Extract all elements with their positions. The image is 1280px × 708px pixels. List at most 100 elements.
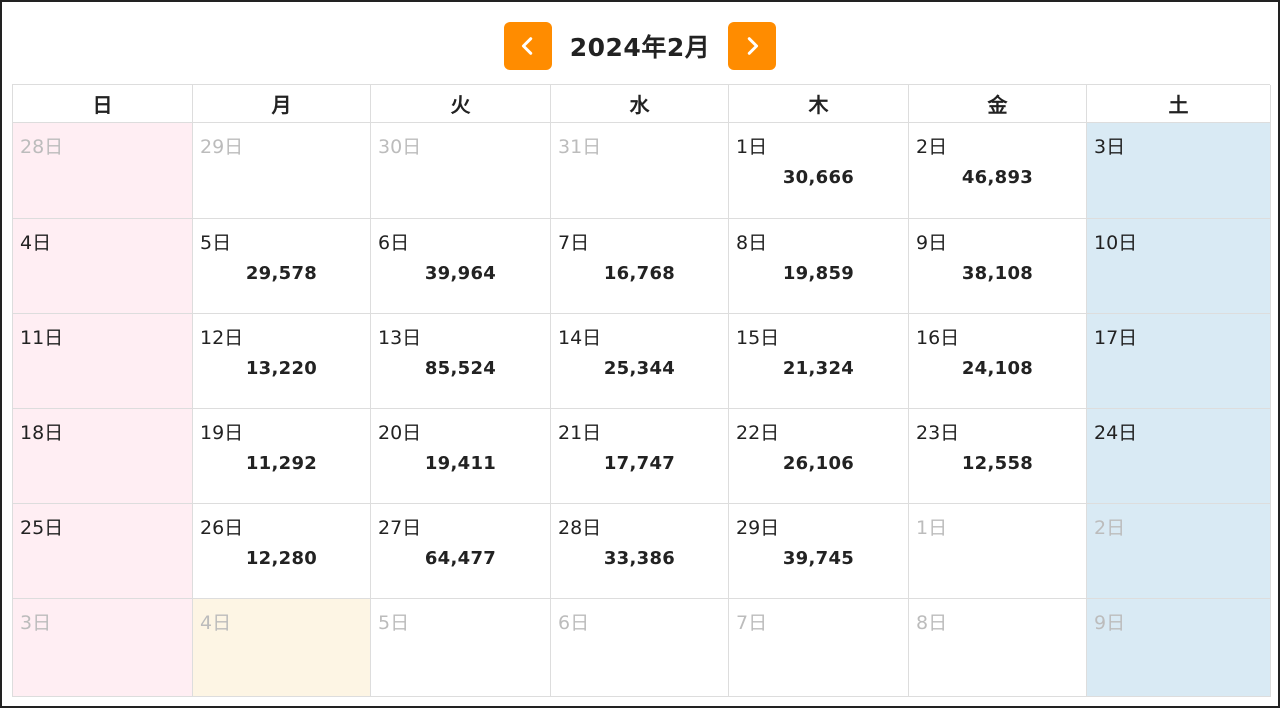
calendar-day-cell[interactable]: 1日 30,666 bbox=[729, 123, 909, 219]
day-number: 3日 bbox=[1094, 136, 1126, 158]
day-count: 17,747 bbox=[603, 453, 676, 474]
weekday-header: 火 bbox=[371, 85, 551, 123]
calendar-day-cell[interactable]: 4日 bbox=[193, 599, 371, 697]
day-count: 25,344 bbox=[603, 358, 676, 379]
prev-month-button[interactable] bbox=[503, 22, 552, 70]
day-count: 29,578 bbox=[245, 263, 318, 284]
day-count: 26,106 bbox=[782, 453, 855, 474]
calendar-day-cell[interactable]: 9日 38,108 bbox=[909, 219, 1087, 314]
day-count: 38,108 bbox=[961, 263, 1034, 284]
calendar-day-cell[interactable]: 8日 bbox=[909, 599, 1087, 697]
calendar-day-cell[interactable]: 29日 39,745 bbox=[729, 504, 909, 599]
calendar-day-cell[interactable]: 21日 17,747 bbox=[551, 409, 729, 504]
day-count: 12,280 bbox=[245, 548, 318, 569]
day-number: 6日 bbox=[378, 232, 410, 254]
calendar-day-cell[interactable]: 30日 bbox=[371, 123, 551, 219]
calendar-day-cell[interactable]: 25日 bbox=[13, 504, 193, 599]
weekday-header: 木 bbox=[729, 85, 909, 123]
calendar-day-cell[interactable]: 4日 bbox=[13, 219, 193, 314]
calendar-header: 2024年2月 bbox=[2, 22, 1278, 70]
day-count: 39,745 bbox=[782, 548, 855, 569]
day-count: 46,893 bbox=[961, 167, 1034, 188]
calendar-day-cell[interactable]: 24日 bbox=[1087, 409, 1271, 504]
day-number: 7日 bbox=[558, 232, 590, 254]
calendar-day-cell[interactable]: 2日 bbox=[1087, 504, 1271, 599]
calendar-day-cell[interactable]: 18日 bbox=[13, 409, 193, 504]
weekday-header: 日 bbox=[13, 85, 193, 123]
calendar-day-cell[interactable]: 6日 39,964 bbox=[371, 219, 551, 314]
calendar-day-cell[interactable]: 16日 24,108 bbox=[909, 314, 1087, 409]
calendar-day-cell[interactable]: 15日 21,324 bbox=[729, 314, 909, 409]
weekday-header: 水 bbox=[551, 85, 729, 123]
calendar-day-cell[interactable]: 13日 85,524 bbox=[371, 314, 551, 409]
calendar-day-cell[interactable]: 9日 bbox=[1087, 599, 1271, 697]
day-number: 11日 bbox=[20, 327, 64, 349]
calendar-frame: 2024年2月 日月火水木金土 28日 29日 30日 31日 1日 30,666 2日 46,… bbox=[0, 0, 1280, 708]
day-number: 14日 bbox=[558, 327, 602, 349]
month-title: 2024年2月 bbox=[569, 33, 711, 62]
calendar-day-cell[interactable]: 19日 11,292 bbox=[193, 409, 371, 504]
day-count: 39,964 bbox=[424, 263, 497, 284]
day-number: 1日 bbox=[736, 136, 768, 158]
calendar-day-cell[interactable]: 26日 12,280 bbox=[193, 504, 371, 599]
calendar-day-cell[interactable]: 7日 16,768 bbox=[551, 219, 729, 314]
day-count: 13,220 bbox=[245, 358, 318, 379]
day-number: 4日 bbox=[20, 232, 52, 254]
calendar-day-cell[interactable]: 28日 33,386 bbox=[551, 504, 729, 599]
day-number: 24日 bbox=[1094, 422, 1138, 444]
day-number: 31日 bbox=[558, 136, 602, 158]
calendar-day-cell[interactable]: 31日 bbox=[551, 123, 729, 219]
day-number: 4日 bbox=[200, 612, 232, 634]
calendar-day-cell[interactable]: 14日 25,344 bbox=[551, 314, 729, 409]
day-count: 19,859 bbox=[782, 263, 855, 284]
day-number: 1日 bbox=[916, 517, 948, 539]
calendar-day-cell[interactable]: 22日 26,106 bbox=[729, 409, 909, 504]
weekday-header: 月 bbox=[193, 85, 371, 123]
calendar-day-cell[interactable]: 1日 bbox=[909, 504, 1087, 599]
day-number: 22日 bbox=[736, 422, 780, 444]
day-number: 9日 bbox=[916, 232, 948, 254]
day-number: 13日 bbox=[378, 327, 422, 349]
calendar-day-cell[interactable]: 3日 bbox=[1087, 123, 1271, 219]
day-number: 8日 bbox=[916, 612, 948, 634]
calendar-day-cell[interactable]: 11日 bbox=[13, 314, 193, 409]
calendar-day-cell[interactable]: 17日 bbox=[1087, 314, 1271, 409]
calendar-day-cell[interactable]: 3日 bbox=[13, 599, 193, 697]
day-count: 16,768 bbox=[603, 263, 676, 284]
day-number: 16日 bbox=[916, 327, 960, 349]
day-count: 21,324 bbox=[782, 358, 855, 379]
day-number: 5日 bbox=[378, 612, 410, 634]
calendar-day-cell[interactable]: 10日 bbox=[1087, 219, 1271, 314]
calendar-day-cell[interactable]: 5日 29,578 bbox=[193, 219, 371, 314]
day-number: 18日 bbox=[20, 422, 64, 444]
calendar-day-cell[interactable]: 5日 bbox=[371, 599, 551, 697]
calendar-day-cell[interactable]: 6日 bbox=[551, 599, 729, 697]
day-number: 21日 bbox=[558, 422, 602, 444]
calendar-grid: 日月火水木金土 28日 29日 30日 31日 1日 30,666 2日 46,893 3日 4日 5… bbox=[12, 84, 1271, 697]
calendar-day-cell[interactable]: 23日 12,558 bbox=[909, 409, 1087, 504]
calendar-day-cell[interactable]: 27日 64,477 bbox=[371, 504, 551, 599]
calendar-day-cell[interactable]: 12日 13,220 bbox=[193, 314, 371, 409]
calendar-day-cell[interactable]: 8日 19,859 bbox=[729, 219, 909, 314]
next-month-button[interactable] bbox=[728, 22, 777, 70]
weekday-header: 金 bbox=[909, 85, 1087, 123]
day-count: 85,524 bbox=[424, 358, 497, 379]
day-number: 15日 bbox=[736, 327, 780, 349]
calendar-day-cell[interactable]: 2日 46,893 bbox=[909, 123, 1087, 219]
day-count: 12,558 bbox=[961, 453, 1034, 474]
day-number: 9日 bbox=[1094, 612, 1126, 634]
calendar-day-cell[interactable]: 28日 bbox=[13, 123, 193, 219]
chevron-left-icon bbox=[521, 37, 532, 55]
calendar-day-cell[interactable]: 29日 bbox=[193, 123, 371, 219]
day-number: 28日 bbox=[20, 136, 64, 158]
day-number: 25日 bbox=[20, 517, 64, 539]
day-number: 29日 bbox=[736, 517, 780, 539]
day-number: 3日 bbox=[20, 612, 52, 634]
day-number: 29日 bbox=[200, 136, 244, 158]
day-count: 24,108 bbox=[961, 358, 1034, 379]
chevron-right-icon bbox=[748, 37, 759, 55]
calendar-day-cell[interactable]: 20日 19,411 bbox=[371, 409, 551, 504]
calendar-day-cell[interactable]: 7日 bbox=[729, 599, 909, 697]
day-count: 11,292 bbox=[245, 453, 318, 474]
day-number: 10日 bbox=[1094, 232, 1138, 254]
